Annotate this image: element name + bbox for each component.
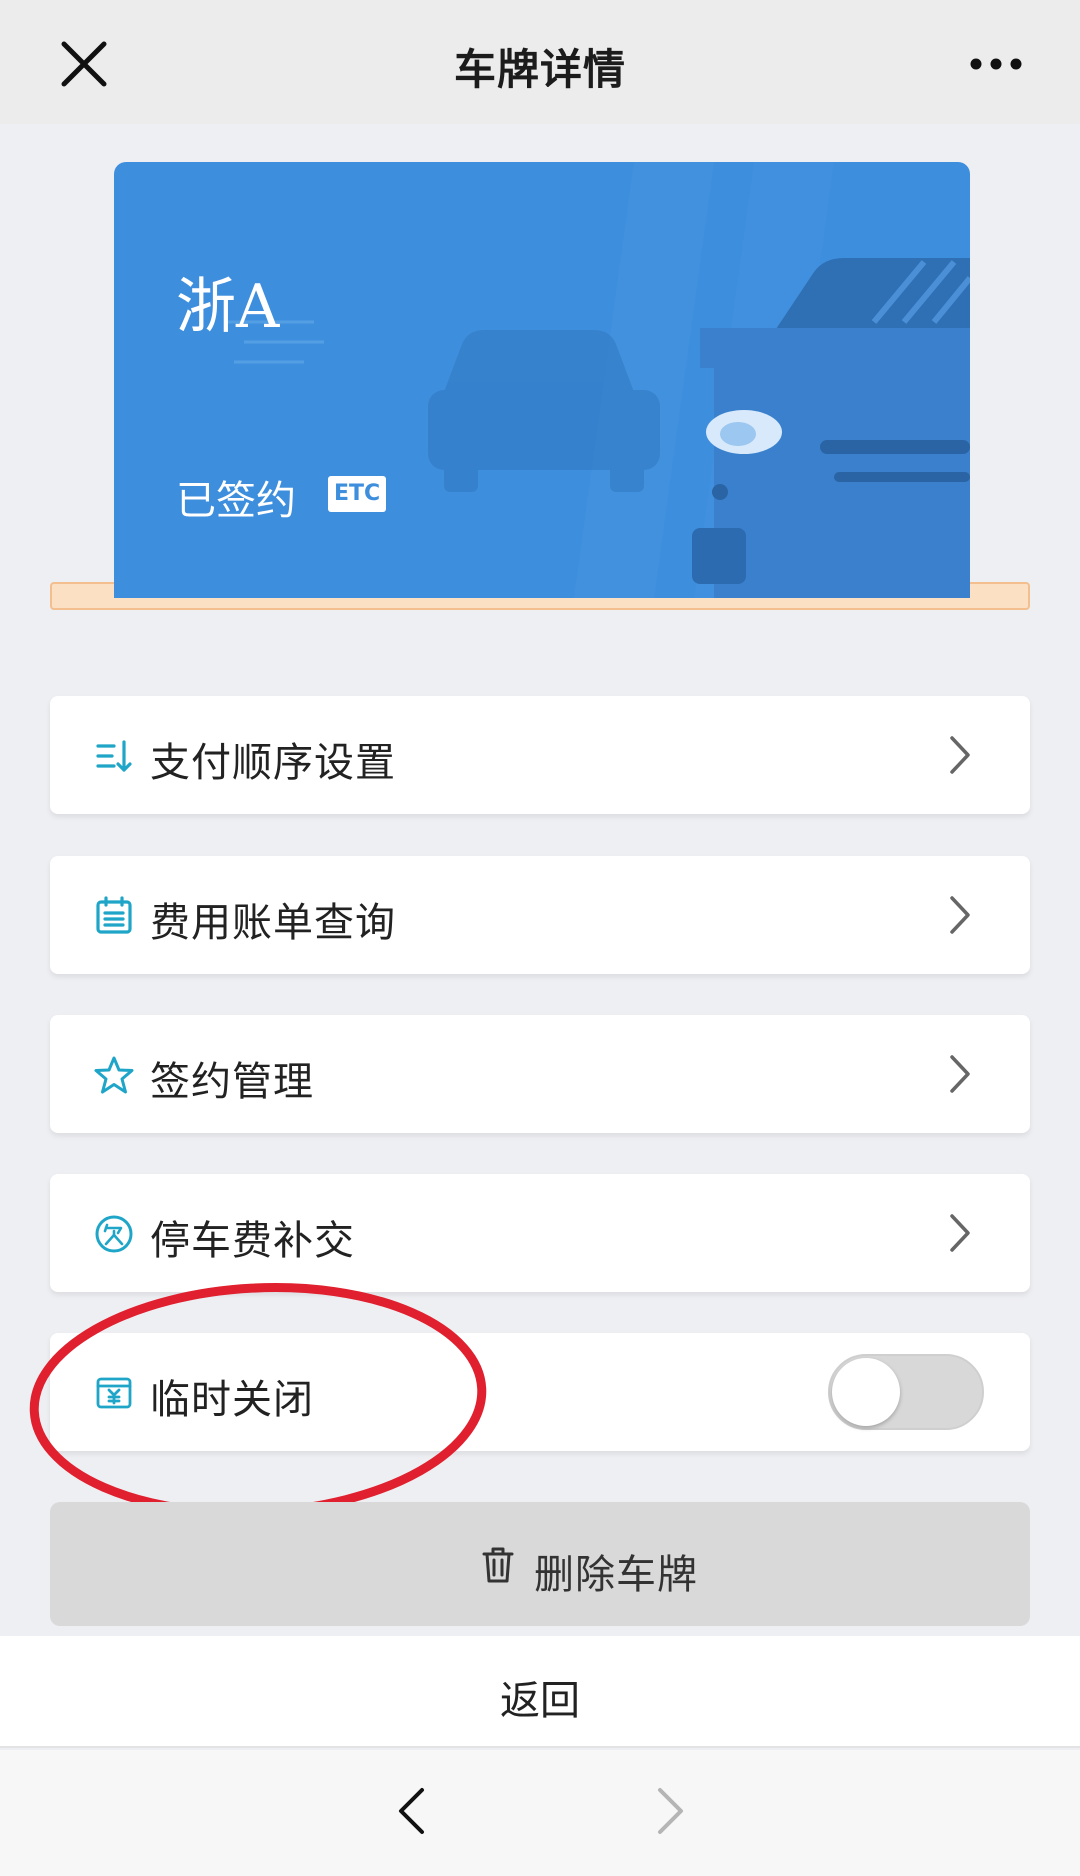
menu-item-payment-order[interactable]: 支付顺序设置 bbox=[50, 696, 1030, 814]
chevron-right-icon bbox=[950, 1214, 970, 1252]
menu-item-parking-arrears[interactable]: 停车费补交 bbox=[50, 1174, 1030, 1292]
menu-item-label: 支付顺序设置 bbox=[150, 740, 396, 786]
etc-badge: ETC bbox=[328, 476, 387, 512]
temp-close-label: 临时关闭 bbox=[150, 1377, 314, 1423]
back-bar: 返回 bbox=[0, 1636, 1080, 1748]
bill-icon bbox=[96, 896, 132, 934]
browser-nav-bar bbox=[0, 1750, 1080, 1876]
plate-detail-page: 车牌详情 浙A 已签约 ETC 支付顺序设置 费用账单查询 签约管理 停车费补交… bbox=[0, 0, 1080, 1876]
temp-close-row: 临时关闭 bbox=[50, 1333, 1030, 1451]
nav-forward-icon bbox=[658, 1788, 683, 1834]
chevron-right-icon bbox=[950, 896, 970, 934]
sort-icon bbox=[96, 740, 132, 772]
menu-item-label: 签约管理 bbox=[150, 1059, 314, 1105]
menu-item-bill-query[interactable]: 费用账单查询 bbox=[50, 856, 1030, 974]
trash-icon bbox=[482, 1547, 514, 1583]
chevron-right-icon bbox=[950, 736, 970, 774]
menu-item-sign-management[interactable]: 签约管理 bbox=[50, 1015, 1030, 1133]
arrears-icon bbox=[95, 1215, 133, 1253]
delete-plate-label: 删除车牌 bbox=[534, 1552, 698, 1598]
plate-number: 浙A bbox=[176, 272, 280, 342]
top-bar: 车牌详情 bbox=[0, 0, 1080, 124]
plate-card: 浙A 已签约 ETC bbox=[114, 162, 970, 598]
wallet-icon bbox=[96, 1377, 132, 1409]
nav-back-icon[interactable] bbox=[396, 1786, 426, 1836]
back-button[interactable]: 返回 bbox=[0, 1668, 1080, 1726]
chevron-right-icon bbox=[950, 1055, 970, 1093]
menu-item-label: 费用账单查询 bbox=[150, 900, 396, 946]
star-icon bbox=[94, 1056, 134, 1094]
toggle-knob bbox=[832, 1358, 900, 1426]
delete-plate-button[interactable]: 删除车牌 bbox=[50, 1502, 1030, 1626]
menu-item-label: 停车费补交 bbox=[150, 1218, 355, 1264]
more-icon[interactable] bbox=[968, 54, 1024, 74]
temp-close-toggle[interactable] bbox=[828, 1354, 984, 1430]
car-illustration bbox=[224, 162, 970, 598]
sign-status: 已签约 bbox=[176, 478, 296, 524]
page-title: 车牌详情 bbox=[453, 45, 626, 94]
